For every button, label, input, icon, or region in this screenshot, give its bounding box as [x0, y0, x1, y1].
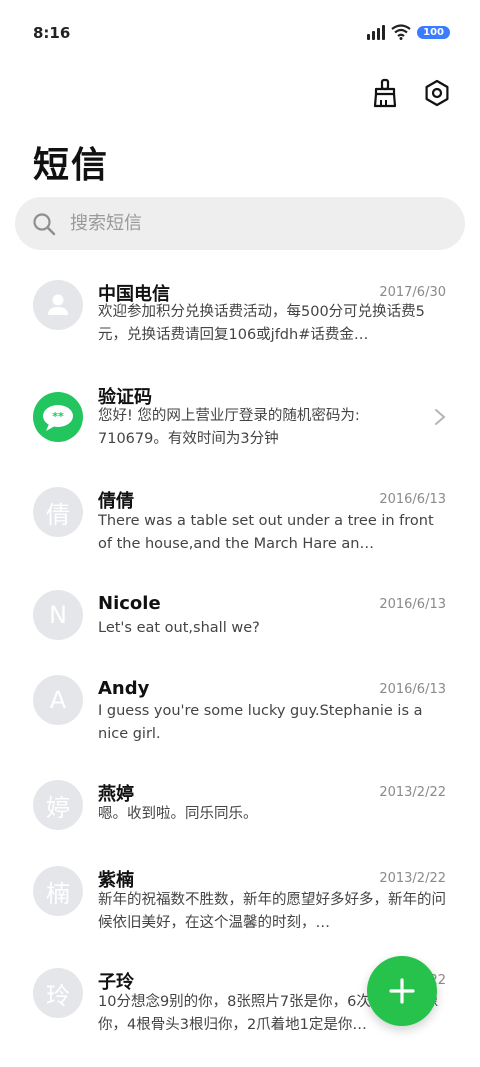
- message-preview: Let's eat out,shall we?: [98, 620, 260, 636]
- signal-icon: [367, 24, 386, 40]
- person-icon: [48, 294, 68, 315]
- search-bar[interactable]: [15, 197, 465, 250]
- avatar: **: [33, 392, 83, 442]
- top-actions: [370, 78, 452, 108]
- chat-bubble-icon: **: [43, 405, 73, 431]
- sender-name: Nicole: [98, 593, 161, 614]
- status-icons: 100: [367, 24, 450, 40]
- search-input[interactable]: [68, 212, 432, 235]
- plus-icon: [389, 978, 415, 1004]
- message-item[interactable]: 倩 倩倩 2016/6/13 There was a table set out…: [0, 485, 480, 565]
- avatar: 倩: [33, 487, 83, 537]
- message-item[interactable]: 楠 紫楠 2013/2/22 新年的祝福数不胜数，新年的愿望好多好多，新年的问候…: [0, 864, 480, 944]
- broom-icon[interactable]: [370, 78, 400, 108]
- chevron-right-icon: [435, 409, 446, 425]
- message-preview: 您好! 您的网上营业厅登录的随机密码为: 710679。有效时间为3分钟: [98, 408, 360, 447]
- sender-name: Andy: [98, 678, 150, 699]
- status-bar: 8:16 100: [0, 0, 480, 68]
- avatar: [33, 280, 83, 330]
- message-item[interactable]: ** 验证码 您好! 您的网上营业厅登录的随机密码为: 710679。有效时间为…: [0, 380, 480, 460]
- avatar: N: [33, 590, 83, 640]
- search-icon: [32, 212, 56, 236]
- message-item[interactable]: 婷 燕婷 2013/2/22 嗯。收到啦。同乐同乐。: [0, 778, 480, 838]
- avatar: A: [33, 675, 83, 725]
- message-item[interactable]: A Andy 2016/6/13 I guess you're some luc…: [0, 675, 480, 755]
- message-date: 2016/6/13: [379, 682, 446, 697]
- message-item[interactable]: N Nicole 2016/6/13 Let's eat out,shall w…: [0, 590, 480, 650]
- wifi-icon: [391, 24, 411, 40]
- avatar-text: **: [52, 410, 64, 423]
- message-preview: I guess you're some lucky guy.Stephanie …: [98, 703, 423, 742]
- avatar: 玲: [33, 968, 83, 1018]
- message-item[interactable]: 中国电信 2017/6/30 欢迎参加积分兑换话费活动，每500分可兑换话费5元…: [0, 278, 480, 358]
- battery-indicator: 100: [417, 25, 450, 39]
- message-preview: 嗯。收到啦。同乐同乐。: [98, 806, 258, 822]
- message-preview: 欢迎参加积分兑换话费活动，每500分可兑换话费5元，兑换话费请回复106或jfd…: [98, 304, 425, 343]
- page-title: 短信: [33, 145, 110, 186]
- message-date: 2016/6/13: [379, 492, 446, 507]
- compose-button[interactable]: [367, 956, 437, 1026]
- message-preview: There was a table set out under a tree i…: [98, 513, 434, 552]
- message-preview: 新年的祝福数不胜数，新年的愿望好多好多，新年的问候依旧美好，在这个温馨的时刻，…: [98, 892, 446, 931]
- message-date: 2013/2/22: [379, 871, 446, 886]
- gear-icon[interactable]: [422, 78, 452, 108]
- avatar: 楠: [33, 866, 83, 916]
- avatar: 婷: [33, 780, 83, 830]
- message-date: 2016/6/13: [379, 597, 446, 612]
- status-time: 8:16: [33, 24, 71, 42]
- message-date: 2013/2/22: [379, 785, 446, 800]
- message-date: 2017/6/30: [379, 285, 446, 300]
